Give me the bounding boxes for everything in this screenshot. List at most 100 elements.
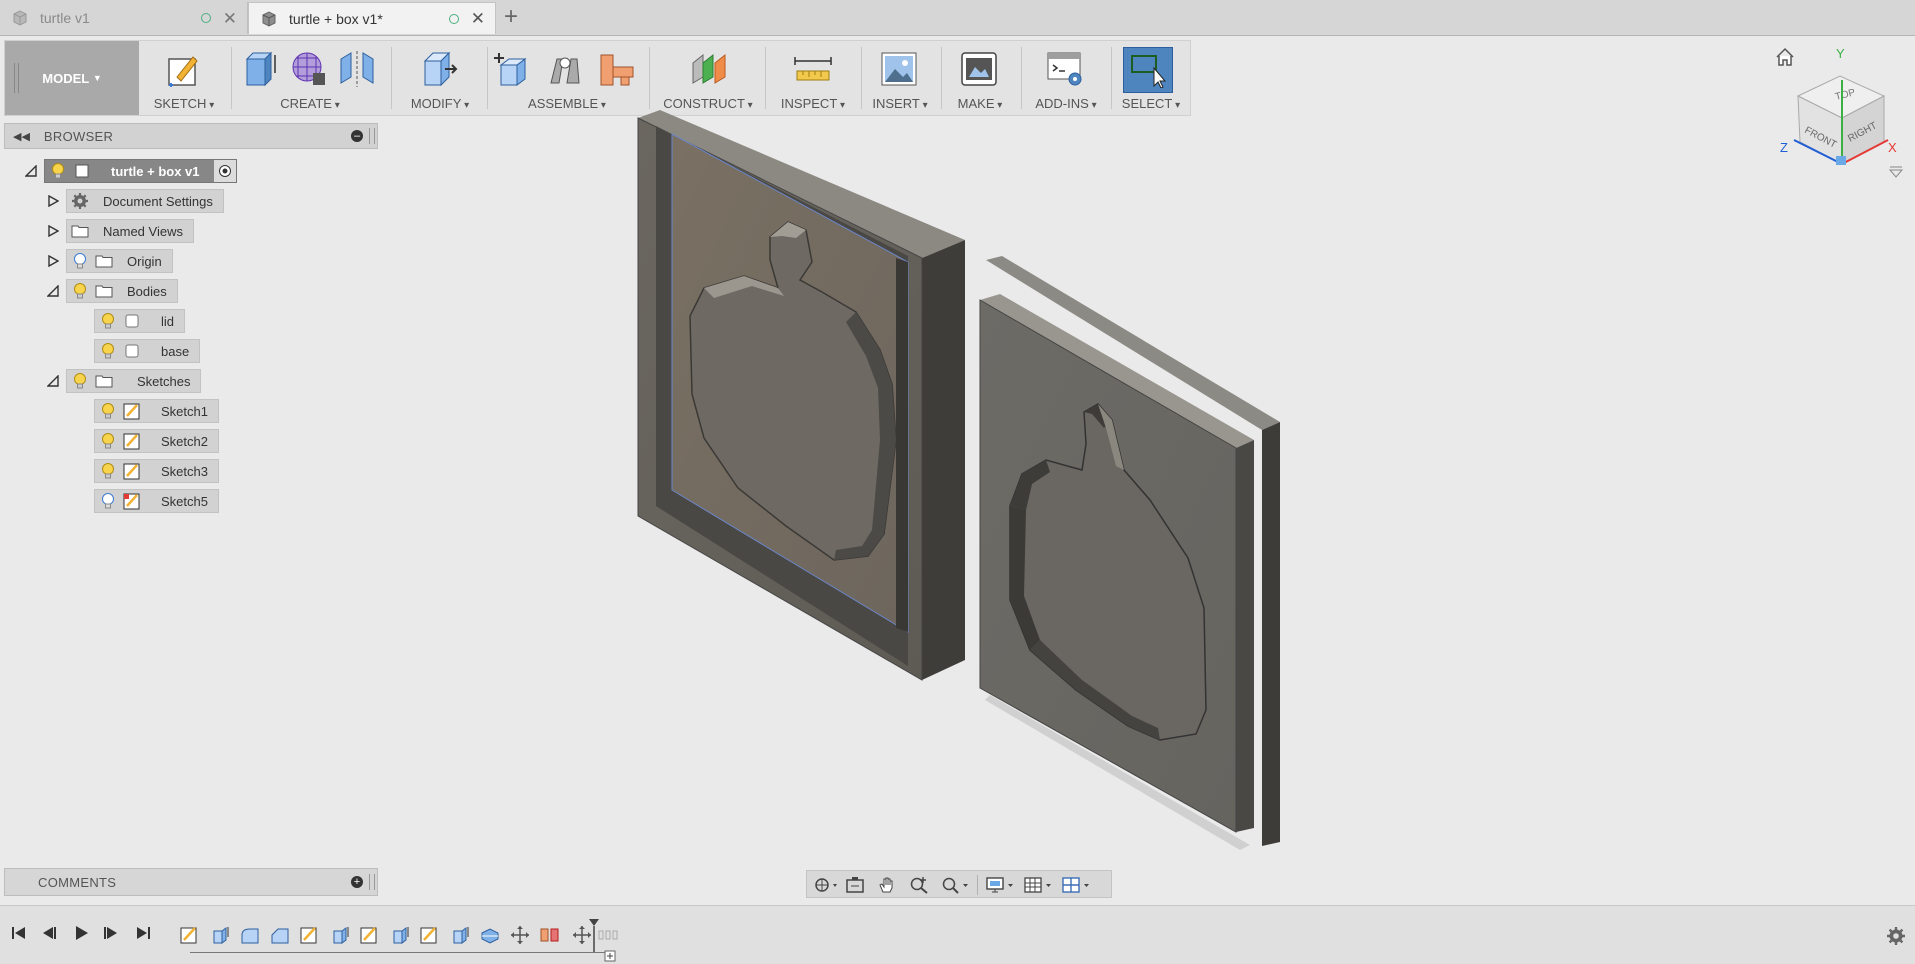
zoom-icon[interactable] bbox=[909, 876, 929, 894]
timeline-extrude-icon[interactable] bbox=[210, 925, 230, 945]
tree-row-sketch5[interactable]: Sketch5 bbox=[94, 489, 219, 513]
construct-group[interactable]: CONSTRUCT bbox=[653, 41, 763, 115]
timeline-end-handle[interactable] bbox=[598, 930, 622, 940]
step-forward-icon[interactable] bbox=[102, 924, 120, 942]
close-icon[interactable]: ✕ bbox=[471, 10, 485, 27]
assemble-group[interactable]: ASSEMBLE bbox=[489, 41, 645, 115]
main-toolbar: MODEL ▼ SKETCH CREATE MODIFY ASSEMBLE CO… bbox=[4, 40, 1191, 116]
timeline-split-body-icon[interactable] bbox=[480, 925, 500, 945]
visibility-bulb-icon[interactable] bbox=[71, 282, 89, 300]
create-sketch-icon bbox=[168, 56, 198, 87]
tree-row-named-views[interactable]: Named Views bbox=[46, 219, 194, 243]
pan-hand-icon[interactable] bbox=[877, 876, 897, 894]
tree-row-sketch3[interactable]: Sketch3 bbox=[94, 459, 219, 483]
tree-row-origin[interactable]: Origin bbox=[46, 249, 173, 273]
toolbar-divider bbox=[487, 47, 488, 109]
lid-node[interactable]: lid bbox=[94, 309, 186, 333]
minimize-icon[interactable]: – bbox=[351, 130, 363, 142]
visibility-bulb-icon[interactable] bbox=[99, 432, 117, 450]
create-label: CREATE bbox=[233, 96, 387, 111]
tree-row-sketch1[interactable]: Sketch1 bbox=[94, 399, 219, 423]
base-node[interactable]: base bbox=[94, 339, 201, 363]
expanded-triangle-icon[interactable] bbox=[24, 159, 38, 183]
collapsed-triangle-icon[interactable] bbox=[46, 189, 60, 213]
panel-grip-icon[interactable] bbox=[369, 874, 375, 890]
tree-row-sketches[interactable]: Sketches bbox=[46, 369, 202, 393]
tree-row-bodies[interactable]: Bodies bbox=[46, 279, 178, 303]
tree-row-sketch2[interactable]: Sketch2 bbox=[94, 429, 219, 453]
viewcube[interactable]: TOP FRONT RIGHT Y X Z bbox=[1770, 44, 1904, 184]
bodies-node[interactable]: Bodies bbox=[66, 279, 178, 303]
visibility-bulb-icon[interactable] bbox=[99, 312, 117, 330]
go-to-start-icon[interactable] bbox=[10, 924, 28, 942]
tree-row-root[interactable]: turtle + box v1 bbox=[24, 159, 237, 183]
timeline-extrude-icon[interactable] bbox=[450, 925, 470, 945]
new-tab-button[interactable]: + bbox=[504, 4, 518, 30]
hidden-bulb-icon[interactable] bbox=[99, 492, 117, 510]
timeline-extrude-icon[interactable] bbox=[390, 925, 410, 945]
tab-turtle-box-v1[interactable]: turtle + box v1* ✕ bbox=[248, 2, 496, 34]
workspace-switcher[interactable]: MODEL ▼ bbox=[5, 41, 139, 115]
expanded-triangle-icon[interactable] bbox=[46, 369, 60, 393]
sketch1-node[interactable]: Sketch1 bbox=[94, 399, 219, 423]
origin-node[interactable]: Origin bbox=[66, 249, 173, 273]
timeline-move-icon[interactable] bbox=[510, 925, 530, 945]
go-to-end-icon[interactable] bbox=[134, 924, 152, 942]
comments-panel-header[interactable]: COMMENTS + bbox=[4, 868, 378, 896]
timeline-chamfer-icon[interactable] bbox=[270, 925, 290, 945]
add-comment-icon[interactable]: + bbox=[351, 876, 363, 888]
timeline-sketch-icon[interactable] bbox=[180, 925, 200, 945]
timeline-sketch-icon[interactable] bbox=[420, 925, 440, 945]
timeline-fillet-icon[interactable] bbox=[240, 925, 260, 945]
sketch5-node[interactable]: Sketch5 bbox=[94, 489, 219, 513]
document-settings-node[interactable]: Document Settings bbox=[66, 189, 224, 213]
display-settings-icon[interactable] bbox=[985, 876, 1017, 894]
tree-row-document-settings[interactable]: Document Settings bbox=[46, 189, 224, 213]
timeline-sketch-icon[interactable] bbox=[360, 925, 380, 945]
sketch-group[interactable]: SKETCH bbox=[141, 41, 227, 115]
close-icon[interactable]: ✕ bbox=[223, 10, 237, 27]
document-tab-bar: turtle v1 ✕ turtle + box v1* ✕ + bbox=[0, 0, 1915, 36]
timeline-add-icon[interactable] bbox=[604, 950, 616, 962]
visibility-bulb-icon[interactable] bbox=[99, 342, 117, 360]
modify-group[interactable]: MODIFY bbox=[397, 41, 483, 115]
visibility-bulb-icon[interactable] bbox=[99, 402, 117, 420]
tree-row-base[interactable]: base bbox=[94, 339, 201, 363]
tree-row-lid[interactable]: lid bbox=[94, 309, 186, 333]
add-ins-group[interactable]: ADD-INS bbox=[1023, 41, 1109, 115]
insert-group[interactable]: INSERT bbox=[863, 41, 937, 115]
inspect-group[interactable]: INSPECT bbox=[767, 41, 859, 115]
sketch3-node[interactable]: Sketch3 bbox=[94, 459, 219, 483]
grid-settings-icon[interactable] bbox=[1023, 876, 1055, 894]
expanded-triangle-icon[interactable] bbox=[46, 279, 60, 303]
root-node[interactable]: turtle + box v1 bbox=[44, 159, 237, 183]
timeline-settings-gear-icon[interactable] bbox=[1886, 926, 1906, 946]
create-group[interactable]: CREATE bbox=[233, 41, 387, 115]
viewports-icon[interactable] bbox=[1061, 876, 1093, 894]
collapse-browser-icon[interactable]: ◀◀ bbox=[13, 130, 30, 143]
step-back-icon[interactable] bbox=[40, 924, 58, 942]
browser-panel-header[interactable]: ◀◀ BROWSER – bbox=[4, 123, 378, 149]
toolbar-divider bbox=[391, 47, 392, 109]
timeline-pattern-icon[interactable] bbox=[540, 925, 560, 945]
hidden-bulb-icon[interactable] bbox=[71, 252, 89, 270]
orbit-icon[interactable] bbox=[813, 876, 841, 894]
sketches-node[interactable]: Sketches bbox=[66, 369, 202, 393]
panel-grip-icon[interactable] bbox=[369, 128, 375, 144]
named-views-node[interactable]: Named Views bbox=[66, 219, 194, 243]
visibility-bulb-icon[interactable] bbox=[99, 462, 117, 480]
look-at-icon[interactable] bbox=[845, 876, 865, 894]
timeline-extrude-icon[interactable] bbox=[330, 925, 350, 945]
visibility-bulb-icon[interactable] bbox=[71, 372, 89, 390]
timeline-sketch-icon[interactable] bbox=[300, 925, 320, 945]
collapsed-triangle-icon[interactable] bbox=[46, 249, 60, 273]
activate-radio-icon[interactable] bbox=[213, 160, 236, 182]
collapsed-triangle-icon[interactable] bbox=[46, 219, 60, 243]
select-group[interactable]: SELECT bbox=[1113, 41, 1189, 115]
sketch2-node[interactable]: Sketch2 bbox=[94, 429, 219, 453]
play-icon[interactable] bbox=[72, 924, 90, 942]
visibility-bulb-icon[interactable] bbox=[49, 162, 67, 180]
make-group[interactable]: MAKE bbox=[943, 41, 1017, 115]
fit-zoom-icon[interactable] bbox=[941, 876, 971, 894]
tab-turtle-v1[interactable]: turtle v1 ✕ bbox=[0, 2, 248, 34]
